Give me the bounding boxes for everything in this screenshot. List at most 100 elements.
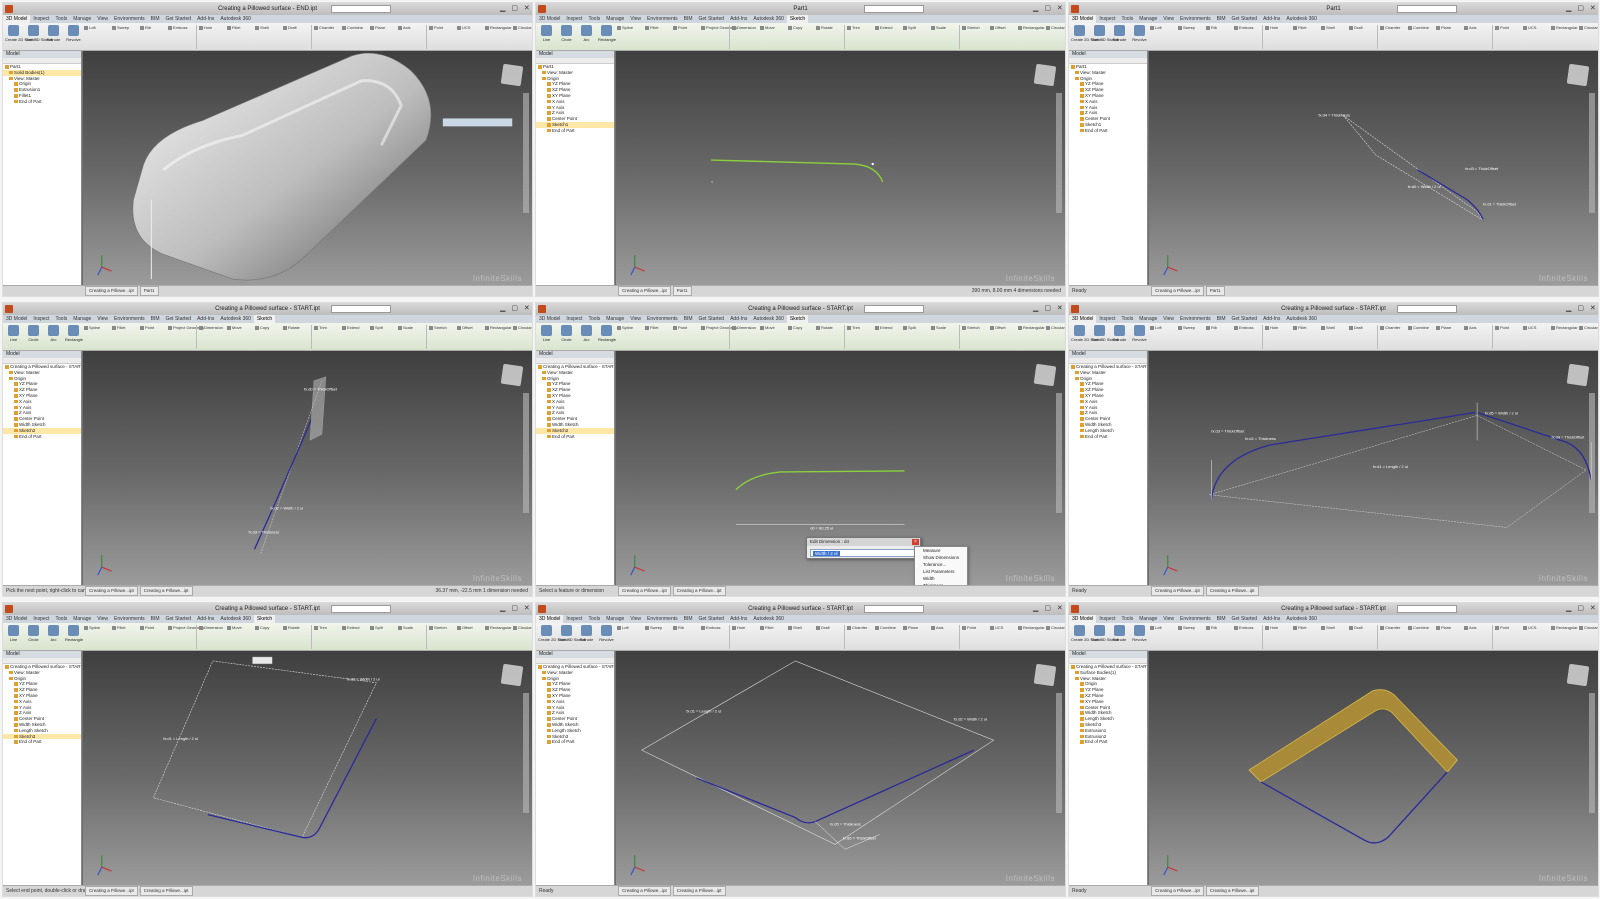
document-tab[interactable]: Creating a Pillowe...ipt xyxy=(1151,886,1204,896)
ribbon-tool-point[interactable]: Point xyxy=(1495,625,1521,649)
ribbon-tool-circular[interactable]: Circular xyxy=(1579,625,1598,649)
ribbon-tool-rectangular[interactable]: Rectangular xyxy=(1018,25,1045,49)
ribbon-tab-sketch[interactable]: Sketch xyxy=(786,315,809,323)
ribbon-tool-move[interactable]: Move xyxy=(760,25,786,49)
ribbon-button-extrude[interactable]: Extrude xyxy=(45,25,62,45)
ribbon-tool-project-geometry[interactable]: Project Geometry xyxy=(168,325,204,349)
ribbon-tool-move[interactable]: Move xyxy=(227,325,253,349)
ribbon-tool-offset[interactable]: Offset xyxy=(457,625,483,649)
ribbon-tool-offset[interactable]: Offset xyxy=(457,325,483,349)
ribbon-button-arc[interactable]: Arc xyxy=(578,25,595,45)
ribbon-tab-view[interactable]: View xyxy=(1160,315,1177,323)
ribbon-tool-chamfer[interactable]: Chamfer xyxy=(1380,25,1406,49)
ribbon-tool-fillet[interactable]: Fillet xyxy=(1293,325,1319,349)
ribbon-tab-sketch[interactable]: Sketch xyxy=(253,615,276,623)
ribbon-tool-point[interactable]: Point xyxy=(1495,25,1521,49)
ribbon-tab-tools[interactable]: Tools xyxy=(1119,15,1137,23)
ribbon-tab-manage[interactable]: Manage xyxy=(70,15,94,23)
ribbon-button-create-2d-sketch[interactable]: Create 2D Sketch xyxy=(1071,325,1103,345)
help-search-input[interactable] xyxy=(330,605,391,613)
ribbon-tab-add-ins[interactable]: Add-Ins xyxy=(727,315,750,323)
ribbon-tab-manage[interactable]: Manage xyxy=(1136,615,1160,623)
ribbon-tab-3d-model[interactable]: 3D Model xyxy=(3,315,30,323)
ribbon-button-line[interactable]: Line xyxy=(538,25,555,45)
ribbon-tab-bim[interactable]: BIM xyxy=(148,615,163,623)
ribbon-tab-tools[interactable]: Tools xyxy=(586,615,604,623)
browser-node[interactable]: End of Part xyxy=(3,434,81,440)
ribbon-tab-bim[interactable]: BIM xyxy=(1214,15,1229,23)
help-search-input[interactable] xyxy=(863,305,924,313)
ribbon-tool-combine[interactable]: Combine xyxy=(875,625,901,649)
ribbon-tab-manage[interactable]: Manage xyxy=(603,15,627,23)
ribbon-tool-loft[interactable]: Loft xyxy=(84,25,110,49)
browser-node[interactable]: End of Part xyxy=(3,739,81,745)
ribbon-button-create-2d-sketch[interactable]: Create 2D Sketch xyxy=(1071,25,1103,45)
ribbon-tab-inspect[interactable]: Inspect xyxy=(30,315,52,323)
ribbon-tool-sweep[interactable]: Sweep xyxy=(1178,325,1204,349)
ribbon-tool-rectangular[interactable]: Rectangular xyxy=(485,25,512,49)
ribbon-tab-view[interactable]: View xyxy=(94,315,111,323)
ribbon-tool-rib[interactable]: Rib xyxy=(673,625,699,649)
ribbon-tool-combine[interactable]: Combine xyxy=(1408,25,1434,49)
ribbon-button-revolve[interactable]: Revolve xyxy=(65,25,82,45)
ribbon-tool-rectangular[interactable]: Rectangular xyxy=(485,625,512,649)
browser-node[interactable]: End of Part xyxy=(1069,434,1147,440)
window-controls[interactable]: ▁ ▢ ✕ xyxy=(1566,304,1596,314)
ribbon-tab-get-started[interactable]: Get Started xyxy=(1229,615,1261,623)
ribbon-tab-get-started[interactable]: Get Started xyxy=(163,15,195,23)
ribbon-tool-sweep[interactable]: Sweep xyxy=(1178,625,1204,649)
ribbon-tool-scale[interactable]: Scale xyxy=(398,625,424,649)
ribbon-tab-sketch[interactable]: Sketch xyxy=(786,15,809,23)
ribbon-tab-manage[interactable]: Manage xyxy=(70,615,94,623)
ribbon-tool-circular[interactable]: Circular xyxy=(513,25,532,49)
ribbon-button-extrude[interactable]: Extrude xyxy=(1111,625,1128,645)
ribbon-button-arc[interactable]: Arc xyxy=(578,325,595,345)
ribbon-tab-get-started[interactable]: Get Started xyxy=(696,15,728,23)
ribbon-tool-offset[interactable]: Offset xyxy=(990,25,1016,49)
ribbon-tab-3d-model[interactable]: 3D Model xyxy=(1069,615,1097,623)
ribbon-tool-circular[interactable]: Circular xyxy=(513,625,532,649)
ribbon-button-revolve[interactable]: Revolve xyxy=(1131,325,1148,345)
ribbon-tool-circular[interactable]: Circular xyxy=(1579,25,1598,49)
ribbon-tool-fillet[interactable]: Fillet xyxy=(112,625,138,649)
ribbon-tool-hole[interactable]: Hole xyxy=(1265,325,1291,349)
document-tab[interactable]: Creating a Pillowe...ipt xyxy=(139,886,193,896)
ribbon-tab-inspect[interactable]: Inspect xyxy=(563,615,585,623)
ribbon-button-revolve[interactable]: Revolve xyxy=(1131,625,1148,645)
ribbon-button-line[interactable]: Line xyxy=(538,325,555,345)
ribbon-tab-inspect[interactable]: Inspect xyxy=(563,315,585,323)
ribbon-tab-get-started[interactable]: Get Started xyxy=(696,315,728,323)
ribbon-tab-tools[interactable]: Tools xyxy=(53,615,71,623)
ribbon-tool-trim[interactable]: Trim xyxy=(847,25,873,49)
ribbon-tool-circular[interactable]: Circular xyxy=(1046,625,1065,649)
ribbon-tool-sweep[interactable]: Sweep xyxy=(645,625,671,649)
ribbon-tab-add-ins[interactable]: Add-Ins xyxy=(727,615,750,623)
ribbon-tool-rectangular[interactable]: Rectangular xyxy=(1551,25,1578,49)
ribbon-tool-stretch[interactable]: Stretch xyxy=(429,325,455,349)
ribbon-tool-combine[interactable]: Combine xyxy=(342,25,368,49)
ribbon-tool-plane[interactable]: Plane xyxy=(1436,625,1462,649)
ribbon-tab-inspect[interactable]: Inspect xyxy=(1096,615,1118,623)
ribbon-tab-tools[interactable]: Tools xyxy=(1119,315,1137,323)
ribbon-tab-bim[interactable]: BIM xyxy=(1214,615,1229,623)
ribbon-tab-3d-model[interactable]: 3D Model xyxy=(3,615,30,623)
ribbon-tool-draft[interactable]: Draft xyxy=(283,25,309,49)
ribbon-button-revolve[interactable]: Revolve xyxy=(1131,25,1148,45)
window-controls[interactable]: ▁ ▢ ✕ xyxy=(500,304,530,314)
ribbon-tool-fillet[interactable]: Fillet xyxy=(1293,625,1319,649)
ribbon-tool-circular[interactable]: Circular xyxy=(513,325,532,349)
ribbon-tool-hole[interactable]: Hole xyxy=(199,25,225,49)
ribbon-tool-rectangular[interactable]: Rectangular xyxy=(1551,325,1578,349)
ribbon-tab-bim[interactable]: BIM xyxy=(681,615,696,623)
ribbon-tab-environments[interactable]: Environments xyxy=(644,615,681,623)
ribbon-tab-environments[interactable]: Environments xyxy=(111,615,148,623)
document-tab[interactable]: Creating a Pillowe...ipt xyxy=(1151,586,1204,596)
ribbon-button-create-2d-sketch[interactable]: Create 2D Sketch xyxy=(5,25,37,45)
ribbon-tool-hole[interactable]: Hole xyxy=(1265,625,1291,649)
ribbon-tab-add-ins[interactable]: Add-Ins xyxy=(194,15,217,23)
help-search-input[interactable] xyxy=(330,5,391,13)
ribbon-button-extrude[interactable]: Extrude xyxy=(578,625,595,645)
ribbon-tool-scale[interactable]: Scale xyxy=(931,25,957,49)
ribbon-tab-bim[interactable]: BIM xyxy=(148,15,163,23)
ribbon-tab-add-ins[interactable]: Add-Ins xyxy=(1260,15,1283,23)
